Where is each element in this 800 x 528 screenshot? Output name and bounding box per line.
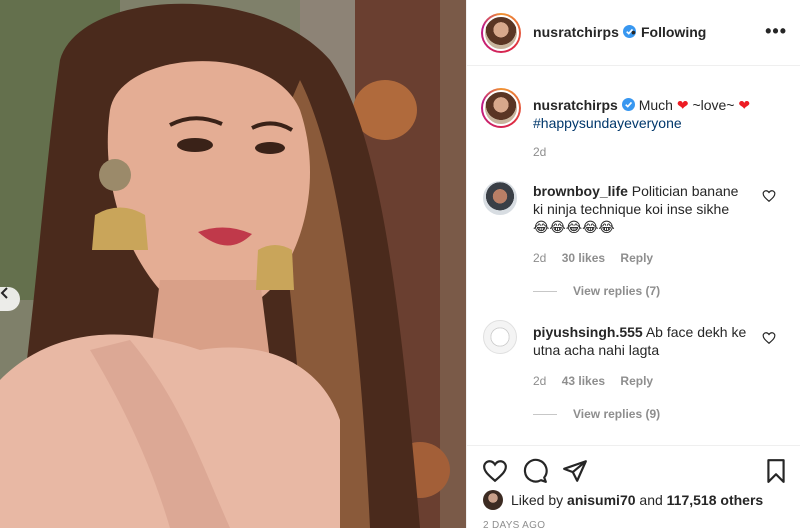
comment-meta: 2d 43 likes Reply [533, 374, 665, 388]
comment-avatar[interactable] [483, 320, 517, 354]
paper-plane-icon[interactable] [562, 458, 588, 484]
more-options-icon[interactable]: ••• [765, 22, 787, 40]
author-avatar[interactable] [481, 13, 521, 53]
comment: brownboy_life Politician banane ki ninja… [533, 182, 751, 236]
divider-line [533, 414, 557, 416]
view-replies-button[interactable]: View replies (9) [533, 407, 660, 421]
post-header: nusratchirps • Following ••• [467, 0, 800, 66]
author-username[interactable]: nusratchirps [533, 24, 619, 40]
red-heart-emoji: ❤ [738, 97, 751, 113]
view-replies-label: View replies (7) [573, 284, 661, 298]
chevron-left-icon [0, 287, 8, 299]
comment-time[interactable]: 2d [533, 374, 546, 388]
post-age: 2 DAYS AGO [483, 520, 546, 528]
liker-avatar[interactable] [483, 490, 503, 510]
verified-badge-icon [621, 98, 635, 111]
comment-meta: 2d 30 likes Reply [533, 251, 665, 265]
likes-count[interactable]: 117,518 others [667, 492, 764, 508]
heart-outline-icon[interactable] [762, 189, 776, 203]
separator-dot: • [631, 24, 636, 40]
post-side-panel: nusratchirps • Following ••• nusratchirp… [466, 0, 800, 528]
comment-username[interactable]: piyushsingh.555 [533, 324, 643, 340]
comment-bubble-icon[interactable] [522, 458, 548, 484]
caption-timestamp[interactable]: 2d [533, 145, 546, 159]
following-button[interactable]: Following [641, 24, 706, 40]
caption-text-2: ~love~ [692, 97, 735, 113]
comment-username[interactable]: brownboy_life [533, 183, 628, 199]
caption-username[interactable]: nusratchirps [533, 97, 618, 113]
heart-outline-icon[interactable] [762, 331, 776, 345]
comment-likes[interactable]: 43 likes [562, 374, 605, 388]
comment-emojis: 😂😂😂😂😂 [533, 219, 615, 235]
red-heart-emoji: ❤ [676, 97, 689, 113]
comment-time[interactable]: 2d [533, 251, 546, 265]
hashtag-link[interactable]: #happysundayeveryone [533, 115, 682, 131]
reply-button[interactable]: Reply [620, 374, 653, 388]
action-bar [467, 445, 800, 495]
view-replies-button[interactable]: View replies (7) [533, 284, 660, 298]
caption-author-avatar[interactable] [481, 88, 521, 128]
view-replies-label: View replies (9) [573, 407, 661, 421]
portrait-image [0, 0, 466, 528]
bookmark-icon[interactable] [763, 458, 789, 484]
post-photo [0, 0, 466, 528]
reply-button[interactable]: Reply [620, 251, 653, 265]
caption-text-1: Much [638, 97, 673, 113]
comment-likes[interactable]: 30 likes [562, 251, 605, 265]
post-caption: nusratchirps Much ❤ ~love~ ❤ #happysunda… [533, 96, 789, 132]
liker-username[interactable]: anisumi70 [567, 492, 635, 508]
comment-avatar[interactable] [483, 181, 517, 215]
heart-outline-icon[interactable] [482, 458, 508, 484]
liked-by-and: and [639, 492, 663, 508]
likes-summary: Liked by anisumi70 and 117,518 others [483, 490, 763, 510]
comment: piyushsingh.555 Ab face dekh ke utna ach… [533, 323, 751, 359]
divider-line [533, 291, 557, 293]
liked-by-prefix: Liked by [511, 492, 564, 508]
